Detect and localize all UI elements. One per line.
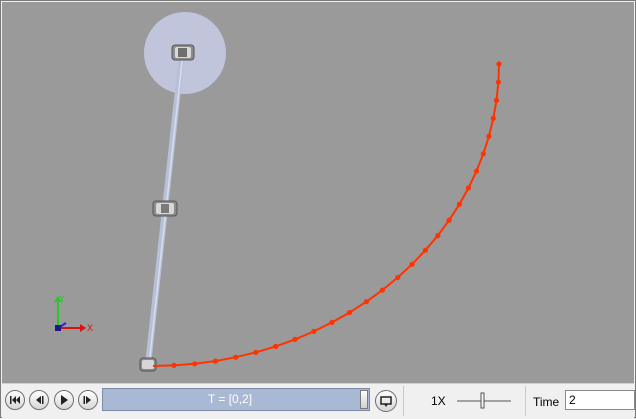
axes-triad: Y X bbox=[54, 294, 93, 333]
trajectory-point bbox=[409, 261, 415, 267]
trajectory-point bbox=[192, 361, 198, 367]
trajectory-point bbox=[446, 217, 452, 223]
scene-canvas: Y X bbox=[54, 12, 502, 372]
skip-to-start-icon bbox=[10, 396, 20, 404]
middle-joint[interactable] bbox=[152, 200, 178, 217]
trajectory-point bbox=[233, 354, 239, 360]
trajectory-point bbox=[253, 349, 259, 355]
trajectory-point bbox=[480, 151, 486, 157]
toolbar-separator bbox=[525, 386, 526, 416]
trajectory-point bbox=[347, 309, 353, 316]
toolbar-separator bbox=[403, 386, 404, 416]
speed-slider-track bbox=[457, 392, 511, 409]
trajectory-point bbox=[212, 358, 218, 364]
speed-slider[interactable] bbox=[455, 388, 513, 414]
trajectory-point bbox=[496, 61, 502, 67]
timeline-range-label: T = [0,2] bbox=[207, 392, 253, 406]
skip-to-start-button[interactable] bbox=[5, 390, 25, 410]
loop-playback-button[interactable] bbox=[375, 390, 397, 412]
loop-playback-icon bbox=[380, 396, 392, 407]
step-forward-icon bbox=[83, 396, 91, 404]
trajectory-point bbox=[329, 319, 335, 325]
step-forward-button[interactable] bbox=[78, 390, 98, 410]
trajectory-point bbox=[486, 133, 492, 139]
trajectory-point bbox=[422, 247, 428, 253]
trajectory-point bbox=[490, 115, 496, 121]
3d-viewport[interactable]: Y X bbox=[2, 2, 634, 383]
timeline-handle[interactable] bbox=[360, 390, 368, 409]
speed-slider-thumb bbox=[480, 392, 485, 409]
trajectory-point bbox=[456, 201, 462, 207]
animation-window: Y X T = [0,2] 1X Time 2 bbox=[0, 0, 636, 418]
trajectory-point bbox=[363, 299, 369, 305]
step-back-icon bbox=[36, 396, 44, 404]
axis-x-label: X bbox=[87, 323, 93, 333]
axis-y-label: Y bbox=[59, 294, 65, 304]
trajectory-point bbox=[395, 274, 401, 281]
trajectory-point bbox=[495, 79, 501, 85]
end-joint[interactable] bbox=[139, 357, 157, 372]
trajectory-point bbox=[171, 362, 177, 368]
trajectory-point bbox=[465, 185, 472, 191]
trajectory-point bbox=[473, 168, 480, 174]
timeline-slider[interactable]: T = [0,2] bbox=[102, 388, 370, 411]
trajectory-point bbox=[292, 336, 298, 342]
trajectory-point bbox=[311, 328, 317, 334]
step-back-button[interactable] bbox=[29, 390, 49, 410]
play-icon bbox=[61, 395, 68, 405]
trajectory-line bbox=[152, 63, 500, 367]
trajectory-point bbox=[435, 233, 441, 239]
trajectory-point bbox=[273, 343, 279, 349]
trajectory-point bbox=[493, 97, 500, 103]
speed-label: 1X bbox=[431, 394, 446, 408]
play-button[interactable] bbox=[54, 390, 74, 410]
top-joint[interactable] bbox=[171, 44, 195, 61]
time-field[interactable] bbox=[565, 390, 635, 410]
trajectory-trail bbox=[152, 61, 502, 368]
time-label: Time bbox=[533, 395, 560, 409]
playback-toolbar: T = [0,2] 1X Time bbox=[2, 383, 635, 418]
trajectory-point bbox=[379, 287, 385, 293]
